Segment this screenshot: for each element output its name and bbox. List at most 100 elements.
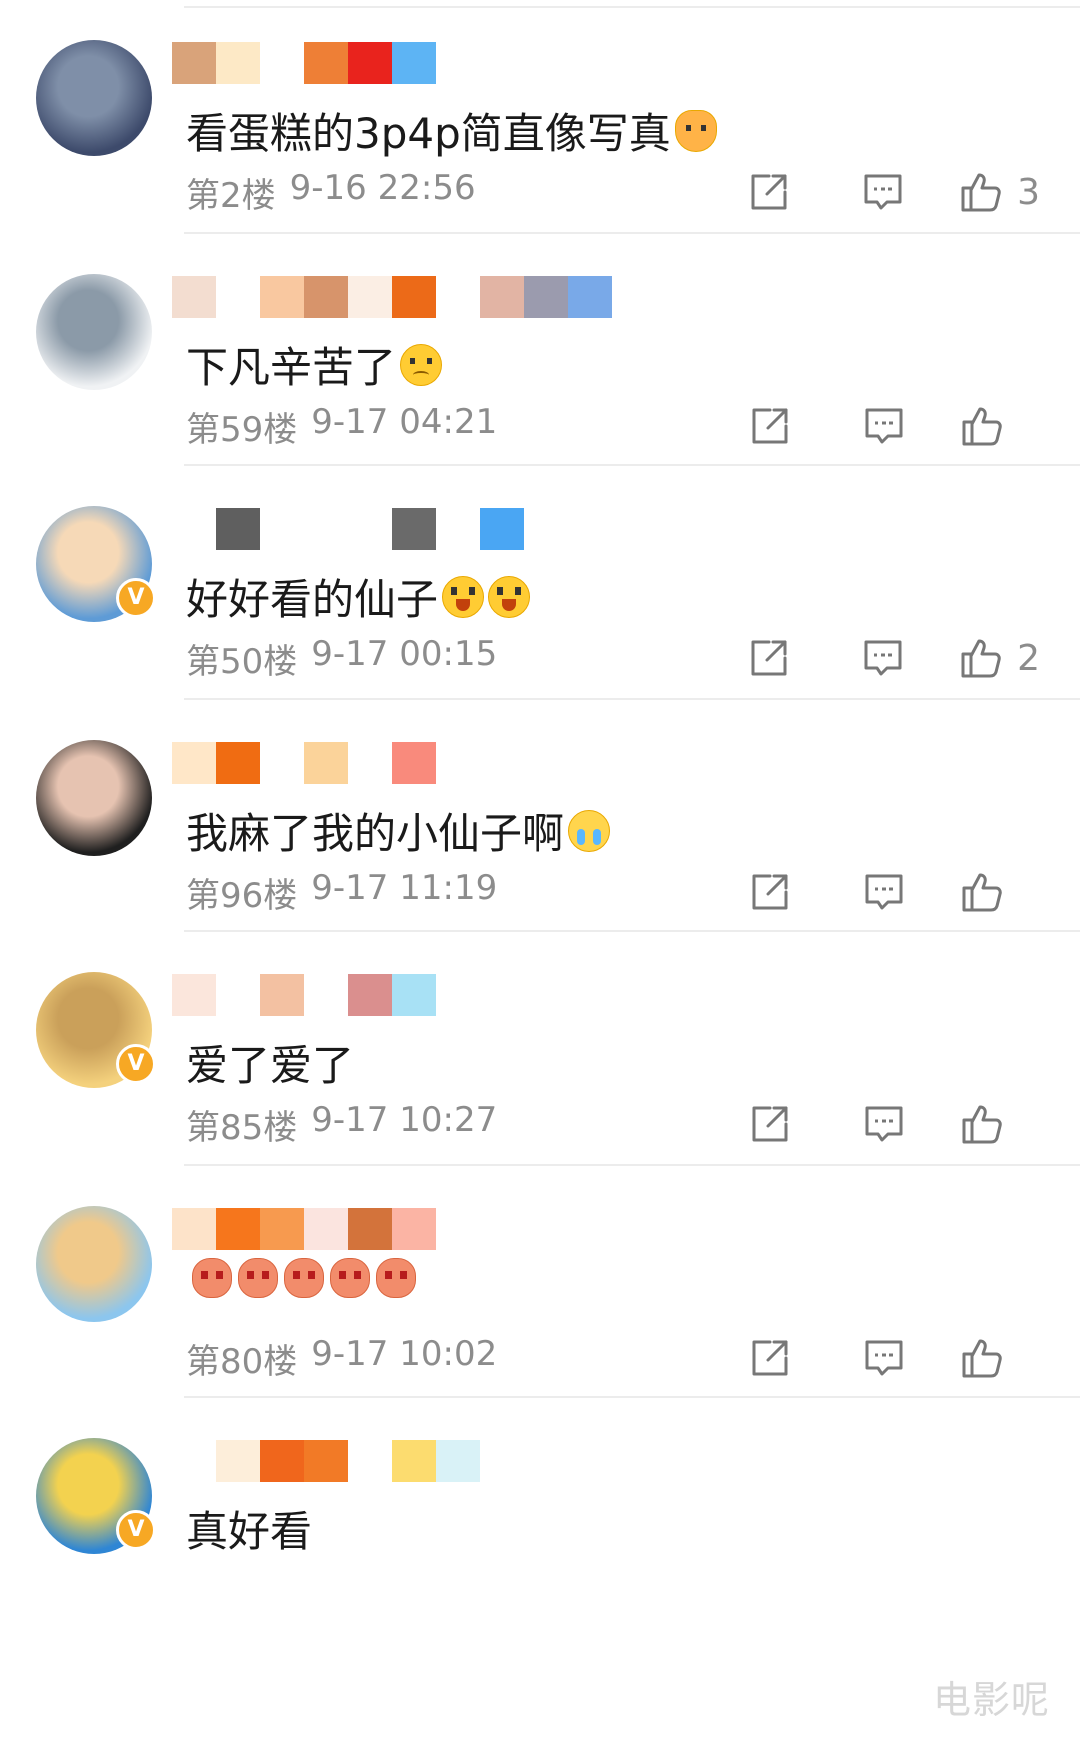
comment-item[interactable]: V 爱了爱了 第85楼 9-17 10:27 (0, 932, 1080, 1166)
username-censored[interactable] (172, 1438, 480, 1484)
like-button[interactable] (960, 1334, 1040, 1382)
censor-block (172, 276, 216, 318)
comment-item[interactable]: 看蛋糕的3p4p简直像写真 第2楼 9-16 22:56 3 (0, 0, 1080, 234)
censor-block (260, 974, 304, 1016)
thumbs-up-icon (962, 1105, 1002, 1144)
censor-block (436, 1440, 480, 1482)
share-icon (752, 408, 788, 444)
avatar[interactable] (36, 1206, 152, 1322)
censor-block (348, 974, 392, 1016)
censor-block (392, 1440, 436, 1482)
censor-block (348, 1440, 392, 1482)
avatar[interactable]: V (36, 506, 156, 622)
avatar[interactable] (36, 40, 152, 156)
comment-item[interactable]: V 真好看 (0, 1398, 1080, 1744)
bear-emoji-icon (192, 1258, 232, 1298)
comment-meta: 第50楼 9-17 00:15 (186, 634, 497, 683)
censor-block (260, 1440, 304, 1482)
verified-badge-icon: V (116, 578, 156, 618)
sad-emoji-icon (400, 343, 443, 386)
comment-item[interactable]: V 好好看的仙子 第50楼 9-17 00:15 2 (0, 466, 1080, 700)
share-button[interactable] (740, 1100, 800, 1148)
thumbs-up-icon (962, 407, 1002, 446)
share-button[interactable] (740, 868, 800, 916)
like-button[interactable]: 2 (959, 634, 1040, 682)
like-button[interactable] (960, 868, 1040, 916)
comment-text: 爱了爱了 (186, 1032, 354, 1093)
share-icon (752, 1106, 788, 1142)
censor-block (348, 508, 392, 550)
share-button[interactable] (740, 402, 800, 450)
like-button[interactable] (960, 1100, 1040, 1148)
username-censored[interactable] (172, 506, 524, 552)
comment-actions (740, 1100, 1040, 1148)
floor-number: 第59楼 (186, 410, 298, 450)
comment-text-content: 下凡辛苦了 (186, 343, 397, 392)
avatar-image (36, 274, 152, 390)
censor-block (524, 276, 568, 318)
comment-item[interactable]: 下凡辛苦了 第59楼 9-17 04:21 (0, 234, 1080, 466)
share-button[interactable] (739, 634, 799, 682)
censor-block (260, 42, 304, 84)
comment-item[interactable]: 第80楼 9-17 10:02 (0, 1166, 1080, 1398)
watermark: 电影呢 (932, 1678, 1050, 1722)
censor-block (304, 1208, 348, 1250)
comment-text: 看蛋糕的3p4p简直像写真 (186, 100, 717, 161)
username-censored[interactable] (172, 274, 612, 320)
comment-icon (864, 174, 902, 210)
verified-badge-icon: V (116, 1510, 156, 1550)
like-button[interactable] (960, 402, 1040, 450)
comment-time: 9-17 10:02 (311, 1334, 498, 1374)
wow-emoji-icon (488, 575, 531, 618)
avatar-image (36, 40, 152, 156)
censor-block (216, 42, 260, 84)
comment-meta: 第96楼 9-17 11:19 (186, 868, 497, 917)
censor-block (436, 508, 480, 550)
comment-icon (865, 1340, 903, 1376)
avatar[interactable]: V (36, 1438, 156, 1554)
share-button[interactable] (739, 168, 799, 216)
reply-button[interactable] (854, 868, 914, 916)
avatar-image (36, 1206, 152, 1322)
censor-block (304, 742, 348, 784)
thumbs-up-icon (962, 1339, 1002, 1378)
username-censored[interactable] (172, 972, 436, 1018)
reply-button[interactable] (854, 1100, 914, 1148)
reply-button[interactable] (853, 634, 913, 682)
share-icon (752, 874, 788, 910)
comment-icon (865, 1106, 903, 1142)
comment-icon (864, 640, 902, 676)
comment-meta: 第59楼 9-17 04:21 (186, 402, 497, 451)
censor-block (568, 276, 612, 318)
comment-actions: 2 (739, 634, 1040, 682)
censor-block (260, 276, 304, 318)
reply-button[interactable] (854, 402, 914, 450)
comment-list: 看蛋糕的3p4p简直像写真 第2楼 9-16 22:56 3 下凡辛苦了 第59… (0, 0, 1080, 1744)
avatar[interactable] (36, 274, 152, 390)
bear-emoji-icon (284, 1258, 324, 1298)
censor-block (392, 42, 436, 84)
comment-text-content: 看蛋糕的3p4p简直像写真 (186, 109, 671, 158)
share-button[interactable] (740, 1334, 800, 1382)
censor-block (216, 974, 260, 1016)
avatar[interactable] (36, 740, 152, 856)
share-icon (751, 640, 787, 676)
cat-emoji-icon (674, 109, 717, 152)
reply-button[interactable] (854, 1334, 914, 1382)
comment-text-content: 好好看的仙子 (186, 575, 439, 624)
like-button[interactable]: 3 (959, 168, 1040, 216)
censor-block (216, 1208, 260, 1250)
censor-block (304, 42, 348, 84)
censor-block (392, 276, 436, 318)
username-censored[interactable] (172, 740, 436, 786)
comment-text (186, 1258, 416, 1298)
username-censored[interactable] (172, 40, 436, 86)
username-censored[interactable] (172, 1206, 436, 1252)
censor-block (172, 742, 216, 784)
reply-button[interactable] (853, 168, 913, 216)
comment-item[interactable]: 我麻了我的小仙子啊 第96楼 9-17 11:19 (0, 700, 1080, 932)
avatar[interactable]: V (36, 972, 156, 1088)
wow-emoji-icon (442, 575, 485, 618)
comment-icon (865, 874, 903, 910)
comment-icon (865, 408, 903, 444)
